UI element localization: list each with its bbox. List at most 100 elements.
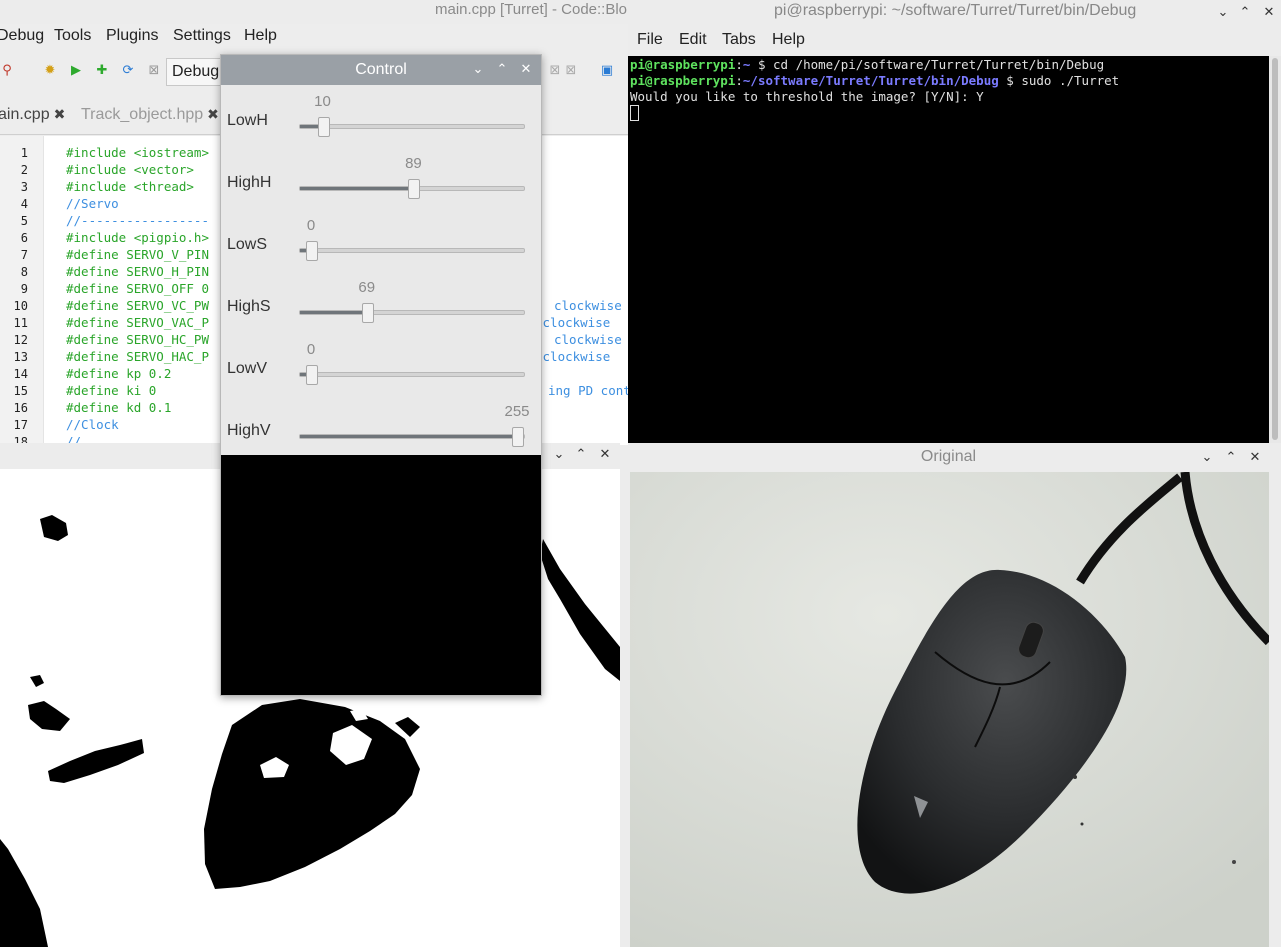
- camera-frame: [630, 472, 1269, 947]
- abort-icon[interactable]: ⊠: [147, 64, 161, 78]
- terminal-window: pi@raspberrypi: ~/software/Turret/Turret…: [628, 0, 1281, 443]
- rebuild-icon[interactable]: ⟳: [121, 64, 135, 78]
- line-number: 14: [13, 367, 28, 381]
- find-icon[interactable]: ⚲: [0, 64, 14, 78]
- line-number: 9: [20, 282, 28, 296]
- tab-track-object-hpp[interactable]: Track_object.hpp ✖: [81, 97, 219, 135]
- line-number: 7: [20, 248, 28, 262]
- tool-b-icon[interactable]: ⊠: [564, 64, 578, 78]
- maximize-icon[interactable]: ⌃: [1236, 4, 1254, 22]
- slider-value: 0: [306, 217, 316, 234]
- scrollbar-thumb[interactable]: [1272, 58, 1278, 440]
- code-comment-fragment: clockwise: [554, 332, 622, 347]
- code-line: #include <thread>: [66, 179, 194, 194]
- menu-tabs[interactable]: Tabs: [722, 31, 756, 49]
- close-icon[interactable]: ✕: [596, 446, 614, 464]
- terminal-titlebar: pi@raspberrypi: ~/software/Turret/Turret…: [628, 0, 1281, 26]
- original-side-strip: [1269, 472, 1281, 947]
- code-line: #define SERVO_H_PIN: [66, 264, 209, 279]
- close-icon[interactable]: ✕: [1260, 4, 1278, 22]
- close-icon[interactable]: ✕: [517, 61, 535, 79]
- menu-edit[interactable]: Edit: [679, 31, 707, 49]
- line-number: 5: [20, 214, 28, 228]
- code-line: #define SERVO_VAC_P: [66, 315, 209, 330]
- slider-value: 69: [358, 279, 376, 296]
- close-icon[interactable]: ✖: [54, 106, 66, 122]
- slider-track[interactable]: [299, 117, 525, 137]
- prompt-sep: :: [735, 57, 743, 72]
- codeblocks-titlebar: main.cpp [Turret] - Code::Blo: [0, 0, 628, 24]
- menu-debug[interactable]: Debug: [0, 27, 44, 45]
- minimize-icon[interactable]: ⌄: [550, 446, 568, 464]
- minimize-icon[interactable]: ⌄: [1214, 4, 1232, 22]
- slider-track[interactable]: [299, 303, 525, 323]
- slider-handle[interactable]: [512, 427, 524, 447]
- code-line: #define SERVO_V_PIN: [66, 247, 209, 262]
- menu-tools[interactable]: Tools: [54, 27, 91, 45]
- build-target-select[interactable]: Debug: [166, 58, 226, 86]
- menu-settings[interactable]: Settings: [173, 27, 231, 45]
- close-icon[interactable]: ✖: [207, 106, 219, 122]
- slider-track[interactable]: [299, 241, 525, 261]
- tab-main-cpp[interactable]: ain.cpp ✖: [0, 97, 65, 135]
- code-comment-fragment: clockwise: [554, 298, 622, 313]
- menu-plugins[interactable]: Plugins: [106, 27, 158, 45]
- terminal-menubar: File Edit Tabs Help: [628, 26, 1281, 56]
- prompt-path: ~/software/Turret/Turret/bin/Debug: [742, 73, 999, 88]
- code-comment-fragment: ing PD cont: [548, 383, 628, 398]
- chevron-down-icon[interactable]: ⌄: [469, 61, 487, 79]
- slider-label: HighH: [227, 174, 272, 191]
- prompt-user: pi@raspberrypi: [630, 73, 736, 88]
- slider-value: 10: [314, 93, 331, 110]
- control-dialog: Control ⌄ ⌃ ✕ LowH 10 HighH 89 LowS 0 HighS 69 L…: [220, 54, 542, 696]
- prompt-command: $ sudo ./Turret: [998, 73, 1120, 88]
- menu-file[interactable]: File: [637, 31, 663, 49]
- slider-highh: HighH 89: [221, 155, 541, 217]
- menu-help[interactable]: Help: [244, 27, 277, 45]
- build-run-icon[interactable]: ✚: [95, 64, 109, 78]
- build-gear-icon[interactable]: ✹: [43, 64, 57, 78]
- tool-a-icon[interactable]: ⊠: [548, 64, 562, 78]
- code-line: #define kp 0.2: [66, 366, 172, 381]
- slider-handle[interactable]: [306, 365, 318, 385]
- menu-help[interactable]: Help: [772, 31, 805, 49]
- code-line: //Servo: [66, 196, 119, 211]
- code-line: #define kd 0.1: [66, 400, 172, 415]
- terminal-screen[interactable]: pi@raspberrypi:~ $ cd /home/pi/software/…: [628, 56, 1269, 443]
- slider-fill: [300, 311, 368, 314]
- slider-handle[interactable]: [317, 117, 330, 137]
- line-number: 16: [13, 401, 28, 415]
- slider-value: 0: [306, 341, 316, 358]
- line-number: 8: [20, 265, 28, 279]
- slider-label: HighS: [227, 298, 271, 315]
- tool-c-icon[interactable]: ▣: [600, 64, 614, 78]
- slider-track[interactable]: [299, 179, 525, 199]
- code-line: #define SERVO_HAC_P: [66, 349, 209, 364]
- control-titlebar: Control ⌄ ⌃ ✕: [221, 55, 541, 85]
- run-icon[interactable]: ▶: [69, 64, 83, 78]
- code-line: #define SERVO_HC_PW: [66, 332, 209, 347]
- close-icon[interactable]: ✕: [1246, 449, 1264, 467]
- slider-track[interactable]: [299, 365, 525, 385]
- terminal-scrollbar[interactable]: [1269, 56, 1281, 443]
- slider-highs: HighS 69: [221, 279, 541, 341]
- slider-handle[interactable]: [306, 241, 318, 261]
- slider-handle[interactable]: [408, 179, 421, 199]
- maximize-icon[interactable]: ⌃: [493, 61, 511, 79]
- slider-handle[interactable]: [361, 303, 374, 323]
- slider-value: 255: [504, 403, 530, 420]
- line-number: 15: [13, 384, 28, 398]
- original-titlebar: Original ⌄ ⌃ ✕: [628, 445, 1281, 472]
- code-line: #define SERVO_OFF 0: [66, 281, 209, 296]
- slider-track[interactable]: [299, 427, 525, 447]
- minimize-icon[interactable]: ⌄: [1198, 449, 1216, 467]
- maximize-icon[interactable]: ⌃: [1222, 449, 1240, 467]
- maximize-icon[interactable]: ⌃: [572, 446, 590, 464]
- line-number: 12: [13, 333, 28, 347]
- original-window: Original ⌄ ⌃ ✕: [628, 445, 1281, 947]
- slider-lowv: LowV 0: [221, 341, 541, 403]
- line-number: 11: [13, 316, 28, 330]
- terminal-cursor: [630, 105, 639, 121]
- slider-label: LowV: [227, 360, 268, 377]
- control-preview-image: [221, 455, 541, 695]
